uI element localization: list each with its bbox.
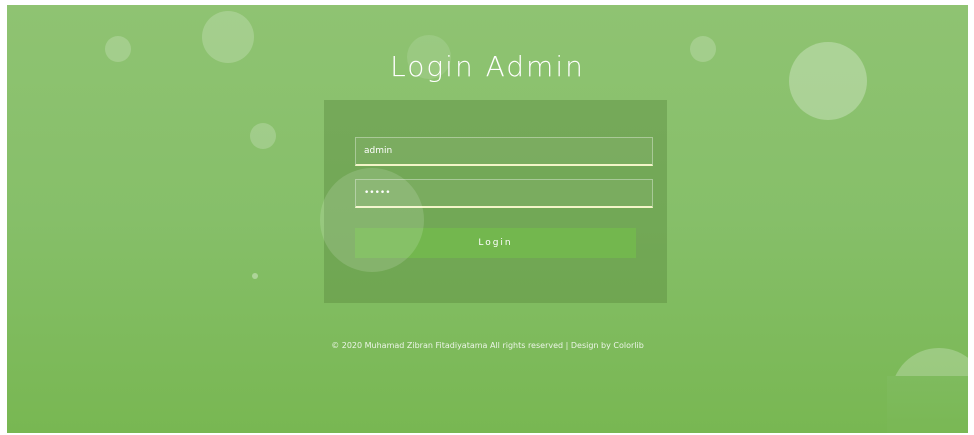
decorative-bubble-mask: [887, 376, 968, 433]
decorative-bubble: [320, 168, 424, 272]
page-title: Login Admin: [390, 49, 585, 83]
login-page: Login Admin Login © 2020 Muhamad Zibran …: [7, 5, 968, 433]
decorative-bubble: [250, 123, 276, 149]
footer-copyright: © 2020 Muhamad Zibran Fitadiyatama All r…: [331, 341, 644, 350]
decorative-bubble: [252, 273, 258, 279]
username-input[interactable]: [355, 137, 653, 166]
